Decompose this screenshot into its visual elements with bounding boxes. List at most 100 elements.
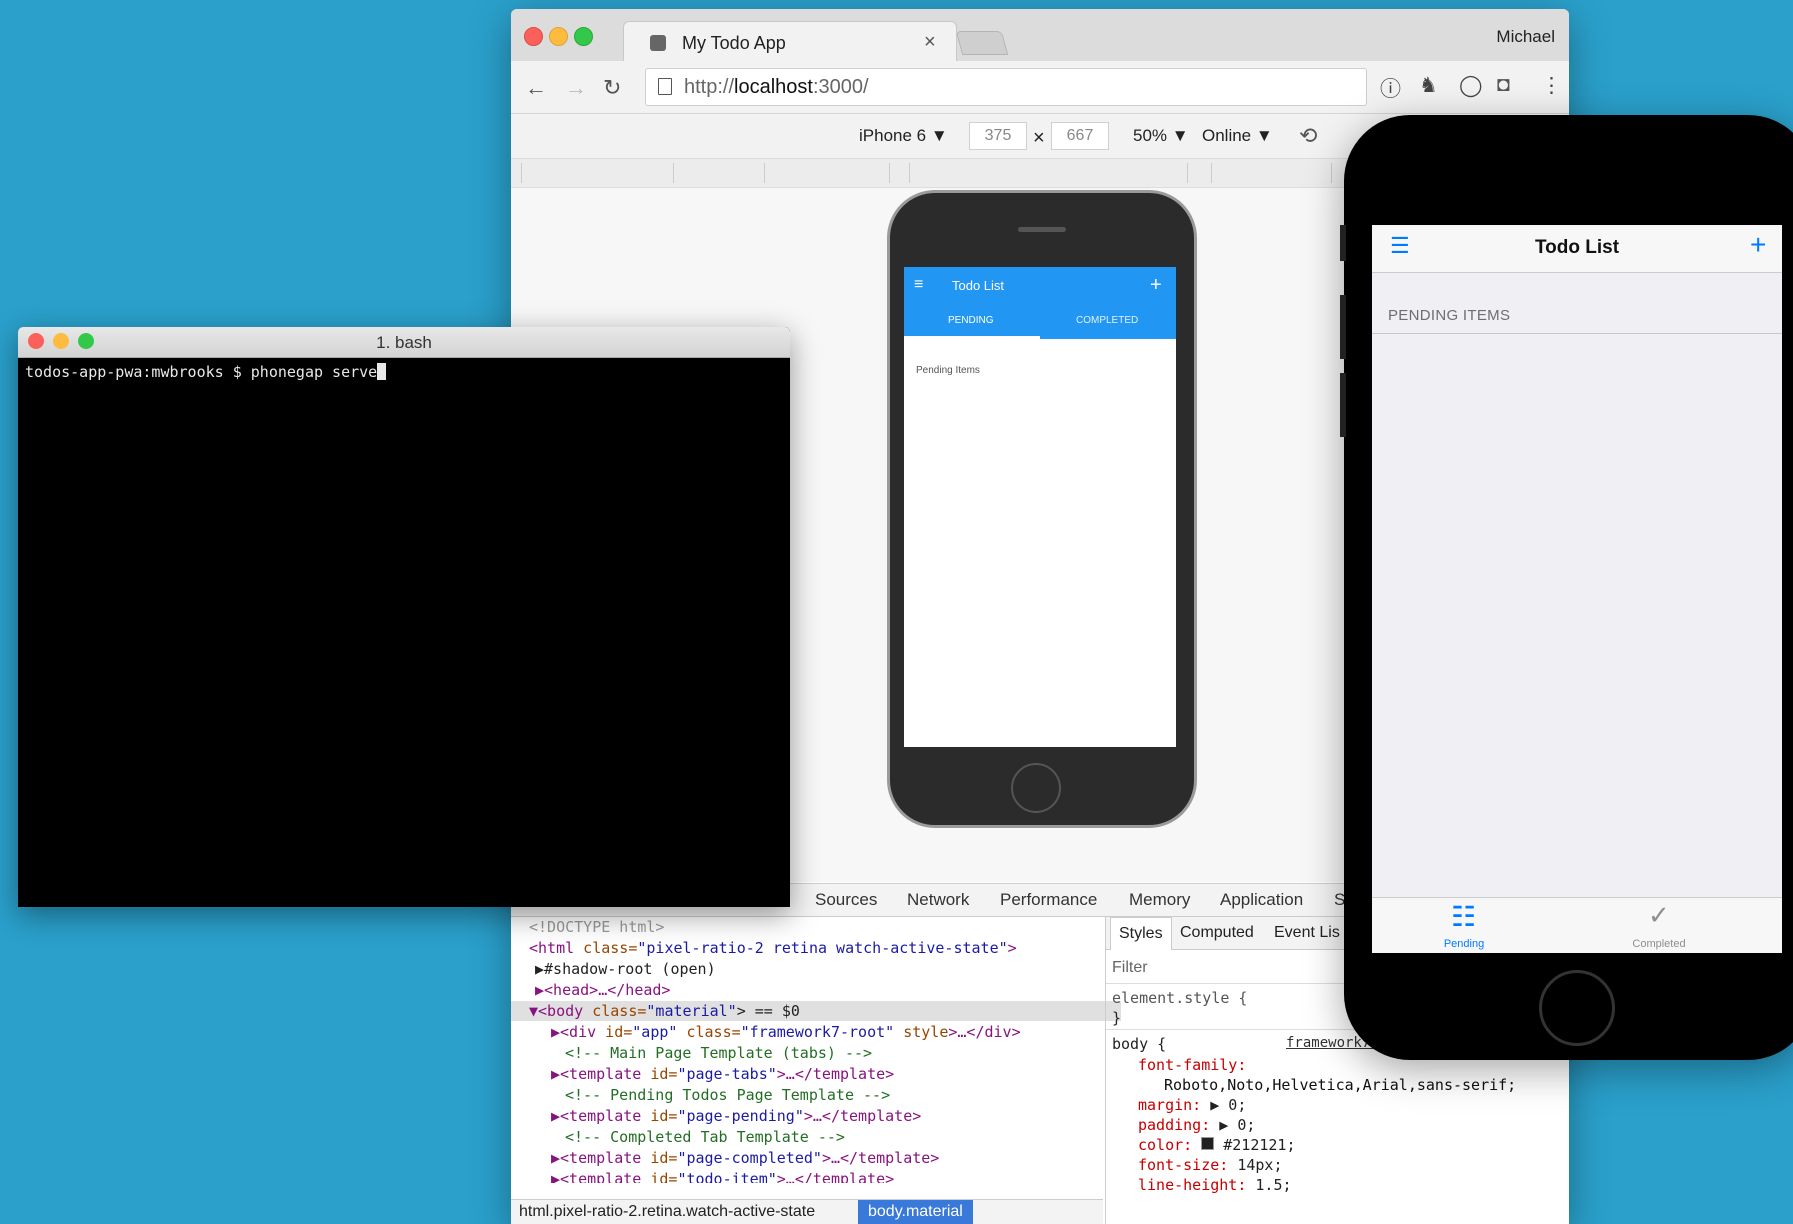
app-navbar: ≡ Todo List + — [904, 267, 1176, 305]
ios-title: Todo List — [1534, 237, 1620, 258]
pocket-icon[interactable]: ◘ — [1497, 73, 1510, 97]
template-line[interactable]: ▶<template id="page-tabs">…</template> — [551, 1064, 894, 1084]
tab-pending-label: Pending — [1443, 938, 1485, 950]
body-line-selected[interactable]: ▼<body class="material"> == $0 — [511, 1001, 1121, 1021]
reload-icon[interactable]: ↻ — [603, 75, 621, 101]
browser-tab[interactable]: My Todo App × — [623, 21, 957, 64]
tab-pending[interactable]: PENDING — [948, 315, 994, 326]
volume-up-button — [1340, 295, 1346, 359]
list-icon: ☷ — [1451, 901, 1477, 932]
checkmark-icon: ✓ — [1648, 900, 1670, 930]
dom-breadcrumb: html.pixel-ratio-2.retina.watch-active-s… — [511, 1199, 1103, 1224]
evernote-icon[interactable]: ♞ — [1419, 73, 1438, 98]
new-tab-button[interactable] — [955, 31, 1009, 55]
tab-pending[interactable]: ☷ Pending — [1427, 898, 1501, 953]
ruler-tick — [1187, 163, 1188, 183]
emulated-screen: ≡ Todo List + PENDING COMPLETED Pending … — [904, 267, 1176, 747]
ios-navbar: ☰ Todo List + — [1372, 225, 1782, 273]
iphone-frame: ≡ Todo List + PENDING COMPLETED Pending … — [887, 190, 1197, 828]
tab-title: My Todo App — [682, 33, 786, 53]
height-input[interactable]: 667 — [1051, 122, 1109, 150]
tab-event-listeners[interactable]: Event Lis — [1274, 924, 1340, 942]
ios-tabbar: ☷ Pending ✓ Completed — [1372, 897, 1782, 953]
terminal-command-line[interactable]: todos-app-pwa:mwbrooks $ phonegap serve — [25, 363, 387, 381]
add-icon[interactable]: + — [1150, 274, 1162, 297]
breadcrumb-body[interactable]: body.material — [858, 1200, 973, 1224]
doctype-line[interactable]: <!DOCTYPE html> — [529, 917, 664, 937]
app-favicon-icon — [650, 35, 666, 51]
html-line[interactable]: <html class="pixel-ratio-2 retina watch-… — [529, 938, 1017, 958]
terminal-titlebar: 1. bash — [18, 327, 790, 358]
dom-tree: <!DOCTYPE html> <html class="pixel-ratio… — [511, 917, 1121, 1224]
ruler-tick — [909, 163, 910, 183]
page-icon — [658, 78, 672, 95]
template-line[interactable]: ▶<template id="todo-item">…</template> — [551, 1169, 894, 1183]
ruler-tick — [1331, 163, 1332, 183]
zoom-window-button[interactable] — [574, 27, 593, 46]
body-declarations: font-family: Roboto,Noto,Helvetica,Arial… — [1138, 1056, 1517, 1194]
network-select[interactable]: Online ▼ — [1202, 126, 1273, 146]
brace: } — [1112, 1009, 1122, 1027]
pending-items-header: PENDING ITEMS — [1388, 307, 1511, 324]
comment-line[interactable]: <!-- Main Page Template (tabs) --> — [565, 1043, 872, 1063]
comment-line[interactable]: <!-- Completed Tab Template --> — [565, 1127, 845, 1147]
tab-network[interactable]: Network — [907, 890, 969, 910]
body-selector: body { — [1112, 1035, 1167, 1053]
tab-sources[interactable]: Sources — [815, 890, 877, 910]
tab-computed[interactable]: Computed — [1180, 924, 1254, 942]
browser-titlebar: My Todo App × Michael — [511, 9, 1569, 64]
tab-performance[interactable]: Performance — [1000, 890, 1097, 910]
simulator-screen: ☰ Todo List + PENDING ITEMS ☷ Pending ✓ … — [1372, 225, 1782, 953]
template-line[interactable]: ▶<template id="page-completed">…</templa… — [551, 1148, 939, 1168]
template-line[interactable]: ▶<template id="page-pending">…</template… — [551, 1106, 921, 1126]
home-button[interactable] — [1011, 763, 1061, 813]
tab-styles[interactable]: Styles — [1110, 917, 1172, 950]
mute-switch — [1340, 225, 1346, 261]
minimize-window-button[interactable] — [549, 27, 568, 46]
active-tab-indicator — [904, 336, 1040, 339]
search-extension-icon[interactable]: ◯ — [1459, 73, 1483, 98]
device-select[interactable]: iPhone 6 ▼ — [859, 126, 948, 146]
zoom-select[interactable]: 50% ▼ — [1133, 126, 1189, 146]
head-line[interactable]: ▶<head>…</head> — [535, 980, 670, 1000]
times-sign: × — [1033, 127, 1045, 149]
ruler-tick — [889, 163, 890, 183]
back-arrow-icon[interactable]: ← — [525, 75, 547, 101]
info-icon[interactable]: ⓘ — [1380, 73, 1401, 103]
styles-filter-input[interactable]: Filter — [1112, 959, 1148, 977]
add-icon[interactable]: + — [1750, 229, 1766, 261]
tab-completed[interactable]: ✓ Completed — [1622, 898, 1696, 953]
ruler-tick — [1211, 163, 1212, 183]
app-title: Todo List — [952, 278, 1005, 293]
terminal-title: 1. bash — [376, 333, 432, 352]
address-bar[interactable]: http://localhost:3000/ — [645, 68, 1367, 106]
home-button[interactable] — [1539, 970, 1615, 1046]
width-input[interactable]: 375 — [969, 122, 1027, 150]
color-swatch[interactable] — [1201, 1137, 1215, 1150]
breadcrumb-html[interactable]: html.pixel-ratio-2.retina.watch-active-s… — [519, 1203, 815, 1221]
volume-down-button — [1340, 373, 1346, 437]
ios-simulator: ☰ Todo List + PENDING ITEMS ☷ Pending ✓ … — [1340, 115, 1793, 1060]
tab-close-icon[interactable]: × — [924, 31, 936, 54]
element-style-rule[interactable]: element.style { — [1112, 989, 1247, 1007]
url-text: http://localhost:3000/ — [684, 76, 869, 98]
profile-name[interactable]: Michael — [1496, 27, 1555, 47]
speaker — [1018, 227, 1066, 232]
rotate-icon[interactable]: ⟲ — [1299, 123, 1317, 149]
app-tabbar: PENDING COMPLETED — [904, 305, 1176, 339]
close-window-button[interactable] — [524, 27, 543, 46]
menu-kebab-icon[interactable]: ⋮ — [1541, 73, 1562, 98]
tab-completed[interactable]: COMPLETED — [1076, 315, 1138, 326]
div-app-line[interactable]: ▶<div id="app" class="framework7-root" s… — [551, 1022, 1021, 1042]
browser-toolbar: ← → ↻ http://localhost:3000/ ⓘ ♞ ◯ ◘ ⋮ — [511, 61, 1569, 114]
comment-line[interactable]: <!-- Pending Todos Page Template --> — [565, 1085, 890, 1105]
hamburger-icon[interactable]: ≡ — [914, 276, 923, 294]
text-cursor — [377, 363, 387, 380]
tab-memory[interactable]: Memory — [1129, 890, 1190, 910]
tab-application[interactable]: Application — [1220, 890, 1303, 910]
ruler-tick — [673, 163, 674, 183]
typed-command: phonegap serve — [250, 363, 378, 381]
shell-prompt: todos-app-pwa:mwbrooks $ — [25, 363, 251, 381]
forward-arrow-icon[interactable]: → — [565, 75, 587, 101]
shadow-root-line[interactable]: ▶#shadow-root (open) — [535, 959, 716, 979]
